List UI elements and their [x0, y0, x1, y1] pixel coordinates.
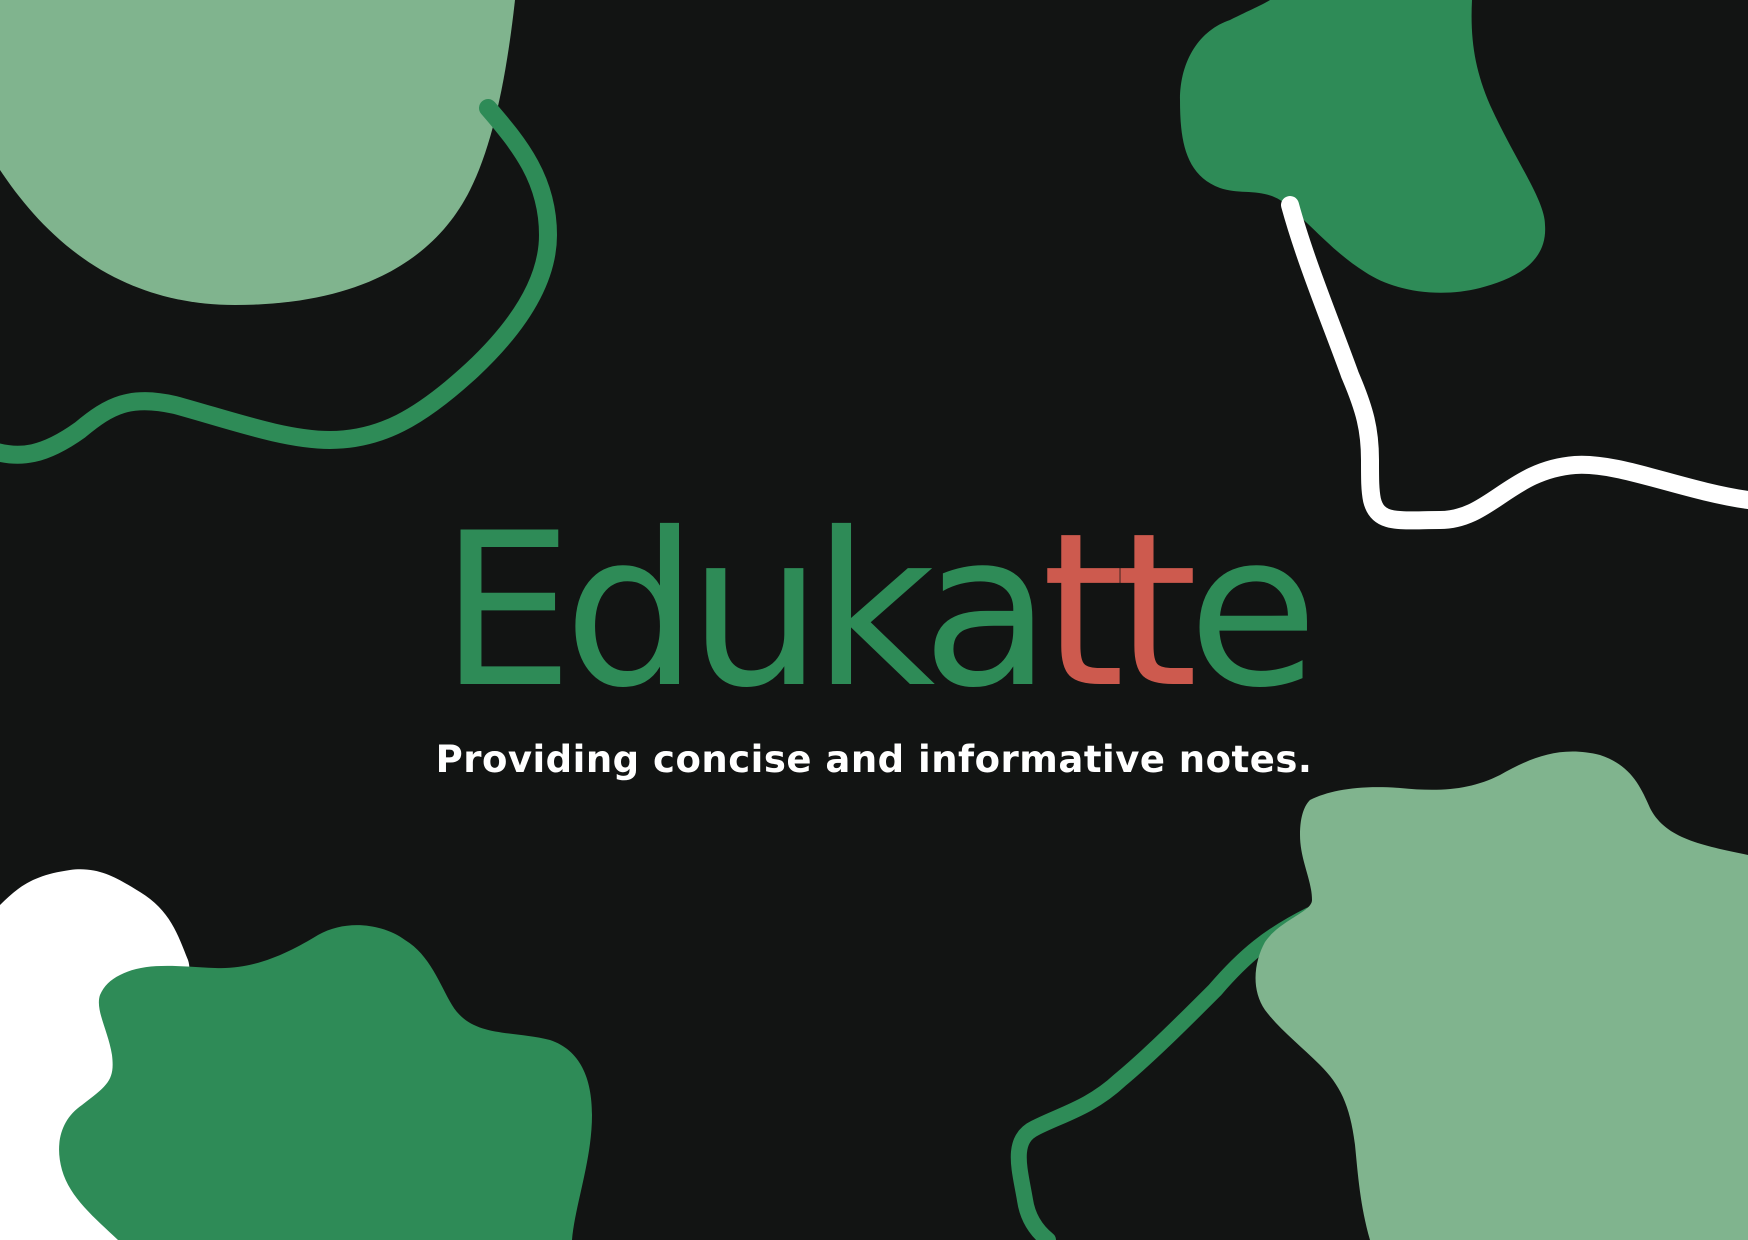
top-right-blob: [1180, 0, 1546, 293]
brand-title-part-2: tt: [1041, 487, 1198, 734]
bottom-right-blob: [1255, 751, 1748, 1240]
brand-title-part-3: e: [1187, 487, 1318, 734]
cover-canvas: Edukatte Providing concise and informati…: [0, 0, 1748, 1240]
brand-title: Edukatte: [0, 505, 1748, 717]
brand-title-part-1: Eduka: [439, 487, 1052, 734]
tagline: Providing concise and informative notes.: [435, 738, 1313, 781]
bottom-left-green-blob: [59, 925, 593, 1240]
top-left-blob: [0, 0, 515, 305]
